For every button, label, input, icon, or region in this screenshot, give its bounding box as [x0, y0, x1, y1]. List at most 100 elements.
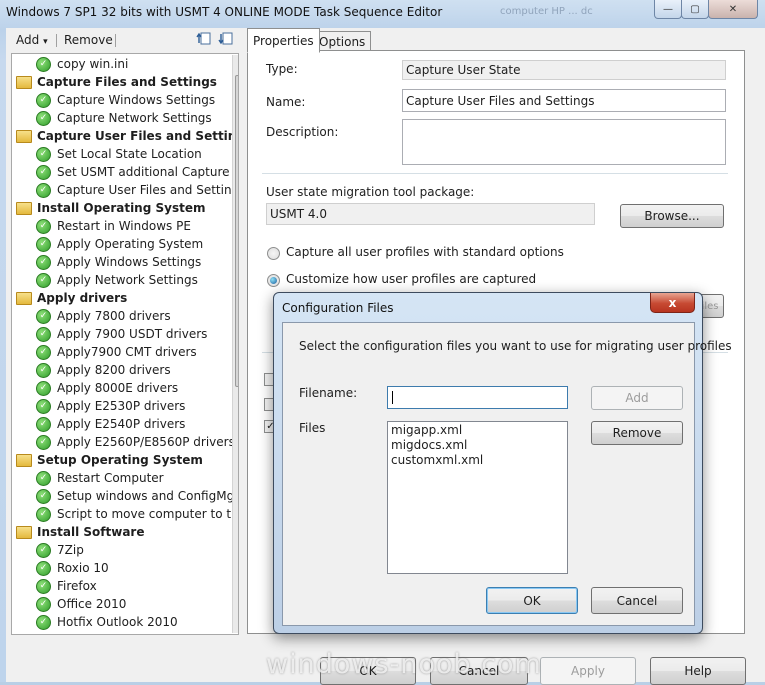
tree-item-label: Restart in Windows PE — [57, 219, 191, 233]
tab-options[interactable]: Options — [313, 31, 372, 51]
files-label: Files — [299, 421, 326, 435]
tree-step[interactable]: ✓ Setup windows and ConfigMgr — [36, 487, 238, 505]
green-check-icon: ✓ — [36, 596, 51, 612]
remove-menu-button[interactable]: Remove — [64, 33, 113, 47]
tree-item-label: Apply 7900 USDT drivers — [57, 327, 208, 341]
green-check-icon: ✓ — [36, 398, 51, 414]
name-input[interactable]: Capture User Files and Settings — [402, 89, 726, 112]
capture-all-radio[interactable] — [267, 247, 280, 260]
tree-step[interactable]: ✓ Apply7900 CMT drivers — [36, 343, 197, 361]
tree-scrollbar-thumb[interactable] — [235, 75, 238, 387]
description-textarea[interactable] — [402, 119, 726, 165]
remove-button[interactable]: Remove — [591, 421, 683, 445]
tree-item-label: Apply Network Settings — [57, 273, 198, 287]
files-listbox[interactable]: migapp.xml migdocs.xml customxml.xml — [387, 421, 568, 574]
green-check-icon: ✓ — [36, 110, 51, 126]
green-check-icon: ✓ — [36, 146, 51, 162]
tree-group[interactable]: Apply drivers — [16, 289, 127, 307]
tree-step[interactable]: ✓ copy win.ini — [36, 55, 128, 73]
tree-step[interactable]: ✓ Restart Computer — [36, 469, 164, 487]
tree-step[interactable]: ✓ Apply E2540P drivers — [36, 415, 185, 433]
tree-step[interactable]: ✓ Apply Windows Settings — [36, 253, 201, 271]
maximize-button[interactable]: ▢ — [681, 0, 709, 19]
tree-step[interactable]: ✓ Apply 8000E drivers — [36, 379, 178, 397]
tree-group[interactable]: Capture User Files and Settings — [16, 127, 238, 145]
tree-step[interactable]: ✓ Capture Windows Settings — [36, 91, 215, 109]
tree-item-label: Apply E2560P/E8560P drivers — [57, 435, 235, 449]
tree-step[interactable]: ✓ Roxio 10 — [36, 559, 109, 577]
customize-label: Customize how user profiles are captured — [286, 272, 537, 286]
title-bar[interactable]: Windows 7 SP1 32 bits with USMT 4 ONLINE… — [0, 0, 765, 26]
tree-group[interactable]: Install Software — [16, 523, 144, 541]
tree-step[interactable]: ✓ Script to move computer to the — [36, 505, 239, 523]
list-item[interactable]: migdocs.xml — [391, 438, 564, 453]
tree-item-label: Capture User Files and Settings — [57, 183, 239, 197]
tree-item-label: Script to move computer to the — [57, 507, 239, 521]
tree-group[interactable]: Setup Operating System — [16, 451, 203, 469]
dialog-close-button[interactable]: x — [650, 293, 695, 313]
remove-menu-label: Remove — [64, 33, 113, 47]
tree-step[interactable]: ✓ Apply E2530P drivers — [36, 397, 185, 415]
tree-scrollbar[interactable] — [232, 55, 238, 633]
dialog-ok-button-label: OK — [523, 593, 541, 608]
add-button[interactable]: Add — [591, 386, 683, 410]
tree-step[interactable]: ✓ Office 2010 — [36, 595, 126, 613]
minimize-button[interactable]: — — [654, 0, 682, 19]
maximize-icon: ▢ — [690, 3, 700, 15]
package-label: User state migration tool package: — [266, 185, 475, 199]
green-check-icon: ✓ — [36, 434, 51, 450]
folder-icon — [16, 525, 32, 539]
apply-button[interactable]: Apply — [540, 657, 636, 685]
description-label: Description: — [266, 125, 339, 139]
tree-step[interactable]: ✓ Apply E2560P/E8560P drivers — [36, 433, 235, 451]
tree-step[interactable]: ✓ Set Local State Location — [36, 145, 202, 163]
tree-item-label: Capture Files and Settings — [37, 75, 217, 89]
browse-button[interactable]: Browse... — [620, 204, 724, 228]
tree-item-label: Office 2010 — [57, 597, 127, 611]
tree-item-label: Install Software — [37, 525, 145, 539]
filename-input[interactable] — [387, 386, 568, 409]
tree-step[interactable]: ✓ Capture Network Settings — [36, 109, 212, 127]
task-sequence-tree[interactable]: ✓ Hotfix Outlook 2010 ✓ Office 2010 ✓ Firefox… — [11, 53, 239, 635]
tree-step[interactable]: ✓ Restart in Windows PE — [36, 217, 191, 235]
tree-item-label: Apply drivers — [37, 291, 128, 305]
dialog-cancel-button[interactable]: Cancel — [591, 587, 683, 614]
tree-group[interactable]: Capture Files and Settings — [16, 73, 217, 91]
tree-step[interactable]: ✓ Apply 7900 USDT drivers — [36, 325, 207, 343]
dialog-cancel-button-label: Cancel — [616, 593, 658, 608]
tree-step[interactable]: ✓ Apply 8200 drivers — [36, 361, 171, 379]
list-item[interactable]: customxml.xml — [391, 453, 564, 468]
tree-item-label: Apply E2530P drivers — [57, 399, 186, 413]
background-window-ghost-text: computer HP ... dc — [500, 6, 593, 17]
green-check-icon: ✓ — [36, 218, 51, 234]
tree-step[interactable]: ✓ Hotfix Outlook 2010 — [36, 613, 178, 631]
text-cursor — [392, 391, 393, 404]
tree-step[interactable]: ✓ Apply 7800 drivers — [36, 307, 171, 325]
dialog-title: Configuration Files — [282, 301, 394, 315]
move-down-icon[interactable] — [218, 31, 234, 50]
list-item[interactable]: migapp.xml — [391, 423, 564, 438]
close-button[interactable]: ✕ — [708, 0, 758, 19]
tree-step[interactable]: ✓ Firefox — [36, 577, 97, 595]
tree-step[interactable]: ✓ Capture User Files and Settings — [36, 181, 239, 199]
green-check-icon: ✓ — [36, 614, 51, 630]
customize-radio[interactable] — [267, 274, 280, 287]
move-up-icon[interactable] — [196, 31, 212, 50]
tree-step[interactable]: ✓ 7Zip — [36, 541, 84, 559]
tree-step[interactable]: ✓ Apply Network Settings — [36, 271, 198, 289]
green-check-icon: ✓ — [36, 56, 51, 72]
green-check-icon: ✓ — [36, 578, 51, 594]
watermark: windows-noob.com — [266, 649, 542, 680]
tree-group[interactable]: Install Operating System — [16, 199, 205, 217]
tree-step[interactable]: ✓ Set USMT additional Capture O — [36, 163, 238, 181]
tree-step[interactable]: ✓ Apply Operating System — [36, 235, 203, 253]
tree-item-label: Apply 8000E drivers — [57, 381, 179, 395]
help-button[interactable]: Help — [650, 657, 746, 685]
type-value: Capture User State — [402, 60, 726, 80]
dialog-ok-button[interactable]: OK — [486, 587, 578, 614]
add-menu-button[interactable]: Add ▾ — [16, 33, 48, 47]
tree-toolbar: Add ▾ Remove — [6, 28, 238, 52]
green-check-icon: ✓ — [36, 344, 51, 360]
tab-properties[interactable]: Properties — [247, 28, 320, 53]
tab-properties-label: Properties — [253, 33, 314, 48]
